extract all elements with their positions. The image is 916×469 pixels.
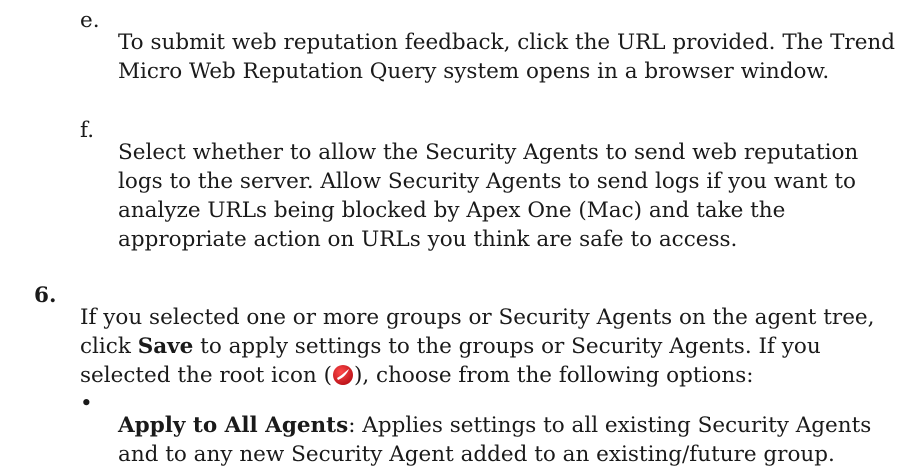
list-marker-f: f.: [80, 118, 95, 143]
list-text-f: Select whether to allow the Security Age…: [118, 139, 859, 252]
list-text-e: To submit web reputation feedback, click…: [118, 29, 896, 84]
step-number-6: 6.: [34, 283, 57, 308]
save-label: Save: [137, 333, 194, 359]
bullet-marker: •: [80, 391, 93, 416]
root-icon: [332, 364, 354, 386]
list-marker-e: e.: [80, 8, 100, 33]
bullet-text: Apply to All Agents: Applies settings to…: [118, 411, 908, 469]
apply-to-all-agents-label: Apply to All Agents: [118, 412, 349, 438]
step-6-text: If you selected one or more groups or Se…: [80, 303, 910, 390]
step-6-text-after: ), choose from the following options:: [353, 362, 754, 388]
